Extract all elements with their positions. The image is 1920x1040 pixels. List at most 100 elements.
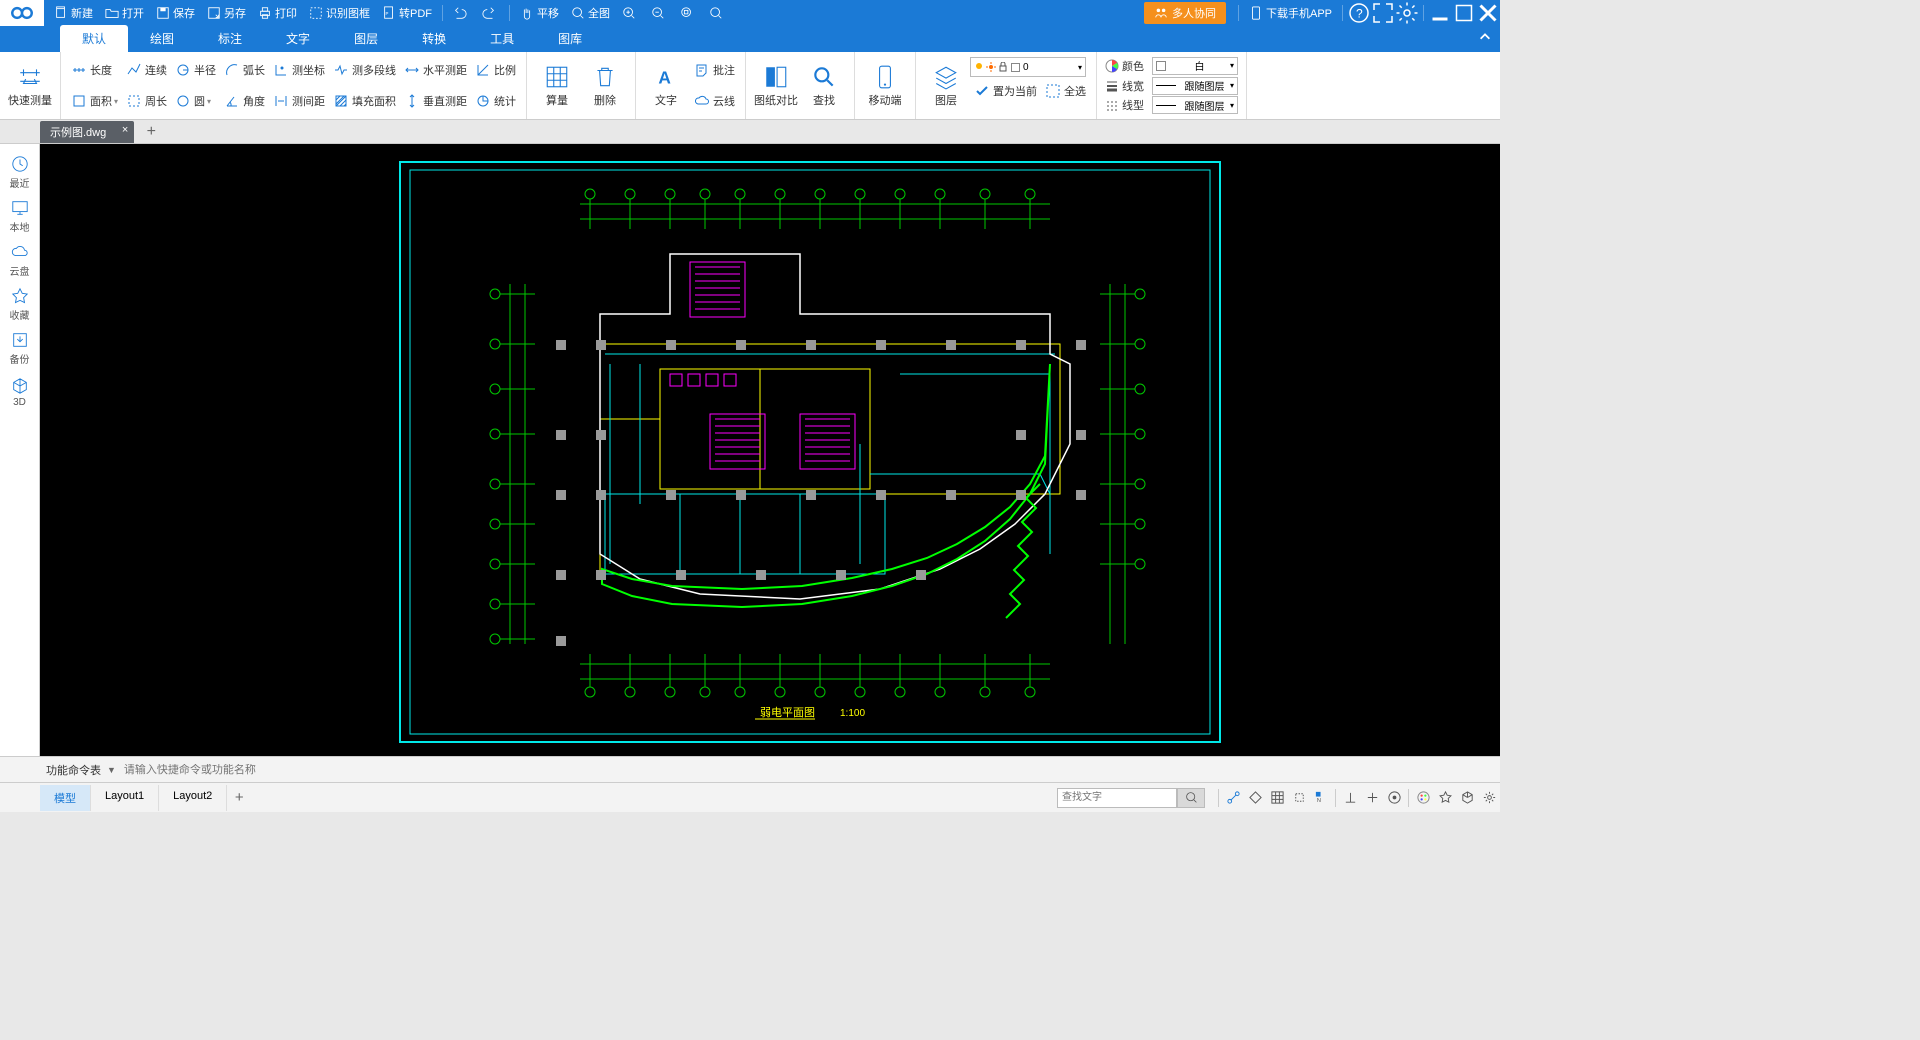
maximize-button[interactable]	[1452, 0, 1476, 26]
sidenav-recent[interactable]: 最近	[0, 150, 40, 194]
menu-tab-library[interactable]: 图库	[536, 25, 604, 52]
grid-snap-toggle[interactable]	[1244, 783, 1266, 813]
isometric-toggle[interactable]	[1456, 783, 1478, 813]
compare-tool[interactable]: 图纸对比	[752, 54, 800, 117]
settings-status-button[interactable]	[1478, 783, 1500, 813]
sidenav-cloud[interactable]: 云盘	[0, 238, 40, 282]
arc-tool[interactable]: 弧长	[220, 60, 269, 80]
zoom-reset-button[interactable]	[703, 0, 732, 26]
file-tab[interactable]: 示例图.dwg×	[40, 121, 134, 143]
stats-tool[interactable]: 统计	[471, 91, 520, 111]
select-all-tool[interactable]: 全选	[1041, 81, 1090, 101]
settings-button[interactable]	[1395, 0, 1419, 26]
ribbon: 快速测量 长度 面积▾ 连续 周长 半径 圆▾ 弧长 角度 测坐标 测间距 测多…	[0, 52, 1500, 120]
menu-tab-annotate[interactable]: 标注	[196, 25, 264, 52]
redo-button[interactable]	[476, 0, 505, 26]
multiseg-tool[interactable]: 测多段线	[329, 60, 400, 80]
zoom-out-button[interactable]	[645, 0, 674, 26]
layout-tab-model[interactable]: 模型	[40, 785, 91, 811]
menu-tab-layers[interactable]: 图层	[332, 25, 400, 52]
sidenav-fav[interactable]: 收藏	[0, 282, 40, 326]
minimize-button[interactable]	[1428, 0, 1452, 26]
add-file-tab-button[interactable]: +	[142, 123, 160, 141]
mobile-tool[interactable]: 移动端	[861, 54, 909, 117]
linetype-property[interactable]: 线型跟随图层▾	[1105, 95, 1238, 115]
download-app-button[interactable]: 下载手机APP	[1243, 0, 1338, 26]
angle-tool[interactable]: 角度	[220, 91, 269, 111]
length-tool[interactable]: 长度	[67, 60, 122, 80]
favorites-toggle[interactable]	[1434, 783, 1456, 813]
quick-measure-tool[interactable]: 快速测量	[6, 54, 54, 117]
vdist-tool[interactable]: 垂直测距	[400, 91, 471, 111]
color-display-toggle[interactable]	[1412, 783, 1434, 813]
fullscreen-button[interactable]	[1371, 0, 1395, 26]
full-button[interactable]: 全图	[565, 0, 616, 26]
zoom-in-button[interactable]	[616, 0, 645, 26]
menu-tab-text[interactable]: 文字	[264, 25, 332, 52]
menu-tab-default[interactable]: 默认	[60, 25, 128, 52]
fillarea-tool[interactable]: 填充面积	[329, 91, 400, 111]
zoom-window-button[interactable]	[674, 0, 703, 26]
circle-tool[interactable]: 圆▾	[171, 91, 220, 111]
layer-panel-tool[interactable]: 图层	[922, 54, 970, 117]
close-window-button[interactable]	[1476, 0, 1500, 26]
sidenav-local[interactable]: 本地	[0, 194, 40, 238]
calc-tool[interactable]: 算量	[533, 54, 581, 117]
topdf-button[interactable]: P转PDF	[376, 0, 438, 26]
sidenav-backup[interactable]: 备份	[0, 326, 40, 370]
set-current-layer-tool[interactable]: 置为当前	[970, 81, 1041, 101]
add-layout-button[interactable]: +	[227, 785, 251, 811]
new-button[interactable]: 新建	[48, 0, 99, 26]
collapse-ribbon-button[interactable]	[1478, 30, 1492, 47]
perimeter-tool[interactable]: 周长	[122, 91, 171, 111]
text-tool[interactable]: A文字	[642, 54, 690, 117]
open-button[interactable]: 打开	[99, 0, 150, 26]
gap-tool[interactable]: 测间距	[269, 91, 329, 111]
menu-tab-convert[interactable]: 转换	[400, 25, 468, 52]
ratio-tool[interactable]: 比例	[471, 60, 520, 80]
radius-tool[interactable]: 半径	[171, 60, 220, 80]
annotate-tool[interactable]: 批注	[690, 60, 739, 80]
search-button[interactable]	[1177, 788, 1205, 808]
layout-tab-1[interactable]: Layout1	[91, 785, 159, 811]
add-snap-button[interactable]	[1361, 783, 1383, 813]
save-button[interactable]: 保存	[150, 0, 201, 26]
arc-icon	[224, 62, 240, 78]
print-button[interactable]: 打印	[252, 0, 303, 26]
color-property[interactable]: 颜色白▾	[1105, 56, 1238, 76]
grid-icon	[1270, 790, 1285, 805]
current-icon	[974, 83, 990, 99]
find-tool[interactable]: 查找	[800, 54, 848, 117]
close-tab-button[interactable]: ×	[122, 124, 128, 136]
undo-button[interactable]	[447, 0, 476, 26]
lightbulb-icon	[974, 62, 984, 72]
drawing-canvas[interactable]: 弱电平面图 1:100	[40, 144, 1500, 756]
lineweight-property[interactable]: 线宽跟随图层▾	[1105, 76, 1238, 96]
polar-toggle[interactable]: N	[1310, 783, 1332, 813]
command-dropdown[interactable]: ▼	[107, 765, 116, 775]
hdist-tool[interactable]: 水平测距	[400, 60, 471, 80]
cloud-tool[interactable]: 云线	[690, 91, 739, 111]
coord-tool[interactable]: 测坐标	[269, 60, 329, 80]
area-tool[interactable]: 面积▾	[67, 91, 122, 111]
saveas-button[interactable]: 另存	[201, 0, 252, 26]
sidenav-3d[interactable]: 3D	[0, 370, 40, 414]
ocr-frame-button[interactable]: 识别图框	[303, 0, 376, 26]
command-input[interactable]	[124, 764, 1500, 776]
help-button[interactable]: ?	[1347, 0, 1371, 26]
pan-button[interactable]: 平移	[514, 0, 565, 26]
continuous-tool[interactable]: 连续	[122, 60, 171, 80]
layer-selector[interactable]: 0 ▾	[970, 57, 1086, 77]
collab-button[interactable]: 多人协同	[1144, 2, 1226, 24]
menu-tab-tools[interactable]: 工具	[468, 25, 536, 52]
grid-toggle[interactable]	[1266, 783, 1288, 813]
search-text-input[interactable]	[1057, 788, 1177, 808]
snap-endpoint-toggle[interactable]	[1222, 783, 1244, 813]
perpendicular-toggle[interactable]	[1339, 783, 1361, 813]
ortho-toggle[interactable]	[1288, 783, 1310, 813]
delete-tool[interactable]: 删除	[581, 54, 629, 117]
layout-tab-2[interactable]: Layout2	[159, 785, 227, 811]
menu-tab-draw[interactable]: 绘图	[128, 25, 196, 52]
polar-icon: N	[1314, 790, 1329, 805]
lineweight-display-toggle[interactable]	[1383, 783, 1405, 813]
